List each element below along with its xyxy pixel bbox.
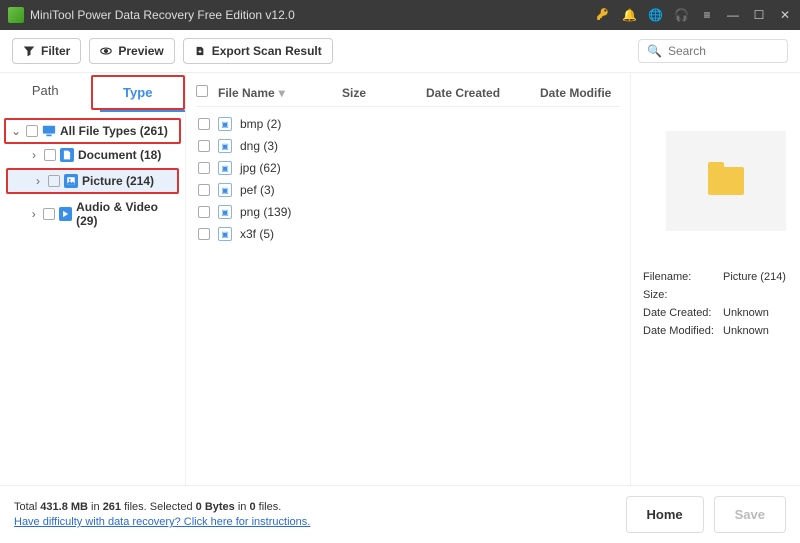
file-name: dng (3) [240,139,618,153]
file-tree: ⌄ All File Types (261) › Document (18) ›… [0,112,185,238]
file-name: pef (3) [240,183,618,197]
filetype-icon: ▣ [218,161,232,175]
col-filename[interactable]: File Name [218,86,275,100]
file-name: jpg (62) [240,161,618,175]
key-icon[interactable] [596,7,610,24]
file-row[interactable]: ▣ jpg (62) [196,157,620,179]
status-text: Total 431.8 MB in 261 files. Selected 0 … [14,501,310,513]
filetype-icon: ▣ [218,227,232,241]
chevron-right-icon: › [32,174,44,188]
window-title: MiniTool Power Data Recovery Free Editio… [30,8,596,22]
meta-filename: Picture (214) [723,271,800,283]
meta-size [723,289,800,301]
preview-button[interactable]: Preview [89,38,174,64]
file-row[interactable]: ▣ dng (3) [196,135,620,157]
folder-icon [708,167,744,195]
export-button[interactable]: Export Scan Result [183,38,333,64]
filter-icon [23,45,35,57]
file-name: png (139) [240,205,618,219]
preview-thumbnail [666,131,786,231]
close-icon[interactable]: ✕ [778,8,792,22]
checkbox[interactable] [198,228,210,240]
filter-button[interactable]: Filter [12,38,81,64]
checkbox[interactable] [43,208,54,220]
home-button[interactable]: Home [626,496,704,533]
titlebar: MiniTool Power Data Recovery Free Editio… [0,0,800,30]
col-date-modified[interactable]: Date Modifie [540,86,620,100]
tree-item-document[interactable]: › Document (18) [4,144,181,166]
tree-item-label: Document (18) [78,148,161,162]
file-name: x3f (5) [240,227,618,241]
preview-label: Preview [118,44,163,58]
search-box[interactable]: 🔍 [638,39,788,63]
tab-type[interactable]: Type [91,75,186,110]
filetype-icon: ▣ [218,117,232,131]
tree-item-audio-video[interactable]: › Audio & Video (29) [4,196,181,232]
app-icon [8,7,24,23]
document-icon [60,148,74,162]
sidebar: Path Type ⌄ All File Types (261) › Docum… [0,73,186,485]
filetype-icon: ▣ [218,183,232,197]
play-icon [59,207,72,221]
headset-icon[interactable]: 🎧 [674,8,688,22]
meta-filename-label: Filename: [643,271,723,283]
col-size[interactable]: Size [342,86,422,100]
meta-modified-label: Date Modified: [643,325,723,337]
tree-item-label: Audio & Video (29) [76,200,177,228]
sort-icon: ▾ [279,86,285,100]
chevron-down-icon: ⌄ [10,124,22,138]
eye-icon [100,45,112,57]
col-date-created[interactable]: Date Created [426,86,536,100]
file-list: File Name ▾ Size Date Created Date Modifi… [186,73,630,485]
checkbox[interactable] [198,140,210,152]
export-label: Export Scan Result [212,44,322,58]
chevron-right-icon: › [28,148,40,162]
tree-root-all-types[interactable]: ⌄ All File Types (261) [4,118,181,144]
export-icon [194,45,206,57]
checkbox[interactable] [198,162,210,174]
file-row[interactable]: ▣ bmp (2) [196,113,620,135]
filter-label: Filter [41,44,70,58]
filetype-icon: ▣ [218,139,232,153]
search-input[interactable] [668,44,779,58]
globe-icon[interactable]: 🌐 [648,8,662,22]
minimize-icon[interactable]: — [726,8,740,22]
checkbox[interactable] [198,184,210,196]
checkbox[interactable] [48,175,60,187]
tree-item-picture[interactable]: › Picture (214) [8,170,177,192]
help-link[interactable]: Have difficulty with data recovery? Clic… [14,516,310,528]
filetype-icon: ▣ [218,205,232,219]
file-row[interactable]: ▣ pef (3) [196,179,620,201]
footer: Total 431.8 MB in 261 files. Selected 0 … [0,485,800,543]
meta-created: Unknown [723,307,800,319]
details-panel: × Filename:Picture (214) Size: Date Crea… [630,73,800,485]
picture-icon [64,174,78,188]
chevron-right-icon: › [28,207,39,221]
checkbox[interactable] [198,206,210,218]
file-row[interactable]: ▣ x3f (5) [196,223,620,245]
save-button[interactable]: Save [714,496,786,533]
search-icon: 🔍 [647,44,662,58]
column-headers: File Name ▾ Size Date Created Date Modifi… [196,81,620,104]
file-name: bmp (2) [240,117,618,131]
tree-item-label: Picture (214) [82,174,154,188]
toolbar: Filter Preview Export Scan Result 🔍 [0,30,800,73]
meta-created-label: Date Created: [643,307,723,319]
tree-root-label: All File Types (261) [60,124,168,138]
maximize-icon[interactable]: ☐ [752,8,766,22]
select-all-checkbox[interactable] [196,85,208,97]
file-row[interactable]: ▣ png (139) [196,201,620,223]
meta-size-label: Size: [643,289,723,301]
bell-icon[interactable]: 🔔 [622,8,636,22]
menu-icon[interactable]: ≡ [700,8,714,22]
tab-path[interactable]: Path [0,75,91,110]
monitor-icon [42,124,56,138]
checkbox[interactable] [198,118,210,130]
checkbox[interactable] [26,125,38,137]
checkbox[interactable] [44,149,56,161]
meta-modified: Unknown [723,325,800,337]
